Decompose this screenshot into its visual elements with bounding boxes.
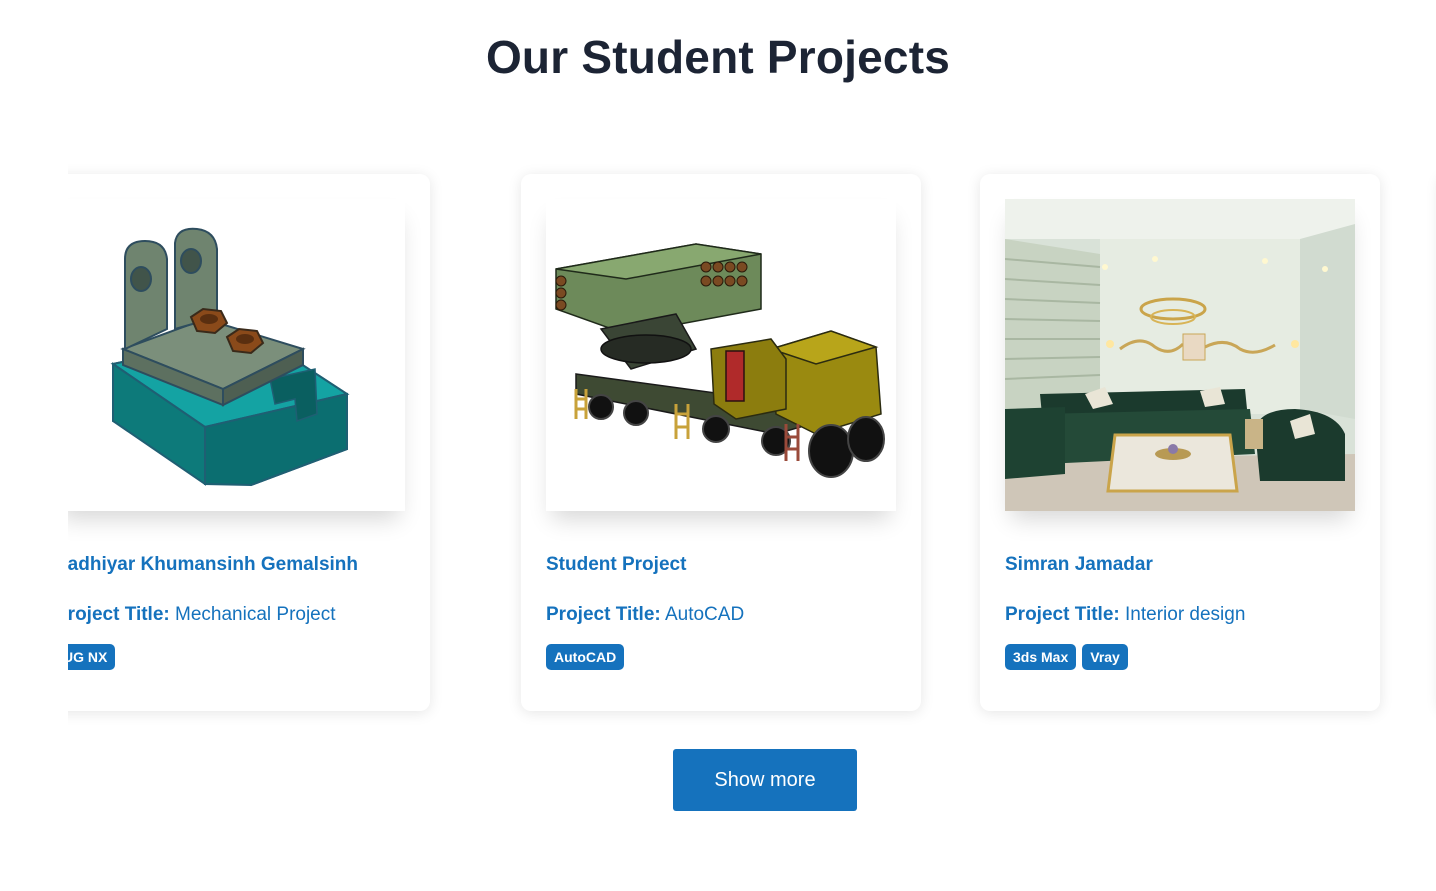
software-tag[interactable]: UG NX xyxy=(68,644,116,670)
project-title: Project Title: Interior design xyxy=(1005,604,1365,626)
software-tag[interactable]: Vray xyxy=(1082,644,1128,670)
mechanical-part-image xyxy=(68,199,405,511)
student-name[interactable]: Padhiyar Khumansinh Gemalsinh xyxy=(68,554,415,576)
software-tags: AutoCAD xyxy=(546,644,625,670)
software-tags: 3ds Max Vray xyxy=(1005,644,1128,670)
project-title-value: AutoCAD xyxy=(664,604,745,625)
rocket-launcher-truck-image xyxy=(546,199,896,511)
show-more-button[interactable]: Show more xyxy=(673,749,857,811)
project-card[interactable]: Student Project Project Title: AutoCAD A… xyxy=(521,174,921,711)
section-title: Our Student Projects xyxy=(485,31,951,83)
project-title: Project Title: AutoCAD xyxy=(546,604,906,626)
project-title-label: Project Title: xyxy=(1005,604,1120,625)
project-title-label: Project Title: xyxy=(68,604,170,625)
project-image-autocad[interactable] xyxy=(546,199,896,511)
projects-carousel[interactable]: Padhiyar Khumansinh Gemalsinh Project Ti… xyxy=(68,150,1436,740)
living-room-interior-image xyxy=(1005,199,1355,511)
software-tags: UG NX xyxy=(68,644,116,670)
project-title-value: Mechanical Project xyxy=(175,604,336,625)
student-name[interactable]: Simran Jamadar xyxy=(1005,554,1365,576)
project-title-label: Project Title: xyxy=(546,604,661,625)
software-tag[interactable]: AutoCAD xyxy=(546,644,625,670)
project-card[interactable]: Padhiyar Khumansinh Gemalsinh Project Ti… xyxy=(68,174,430,711)
student-name[interactable]: Student Project xyxy=(546,554,906,576)
project-title-value: Interior design xyxy=(1125,604,1246,625)
project-image-interior-design[interactable] xyxy=(1005,199,1355,511)
project-title: Project Title: Mechanical Project xyxy=(68,604,415,626)
software-tag[interactable]: 3ds Max xyxy=(1005,644,1077,670)
project-image-mechanical-part[interactable] xyxy=(68,199,405,511)
project-card[interactable]: Simran Jamadar Project Title: Interior d… xyxy=(980,174,1380,711)
